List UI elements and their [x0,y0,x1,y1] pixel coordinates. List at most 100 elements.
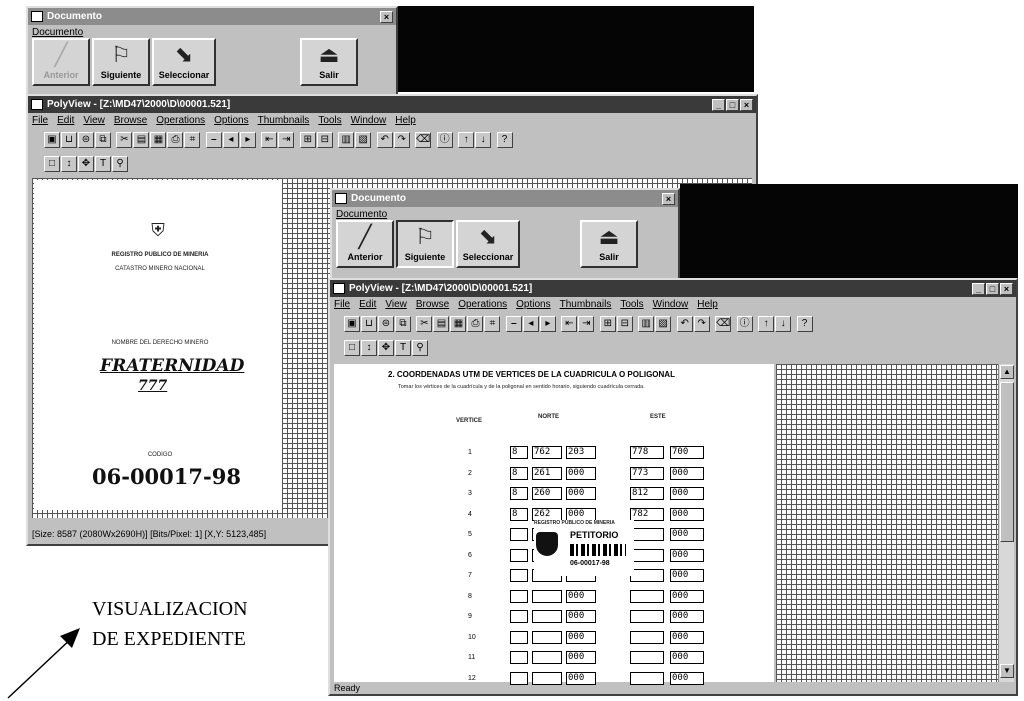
menu-help[interactable]: Help [697,299,718,310]
anterior-button[interactable]: ╱ Anterior [336,220,394,268]
save-icon[interactable]: ⊜ [78,132,94,148]
down-icon[interactable]: ↓ [475,132,492,148]
zoom-out-icon[interactable]: ⊟ [616,316,633,332]
first-icon[interactable]: ⇤ [561,316,578,332]
prev-page-icon[interactable]: ◂ [222,132,239,148]
rotate-left-icon[interactable]: ↶ [376,132,393,148]
clear-icon[interactable]: ⌫ [715,316,732,332]
info-icon[interactable]: ⓘ [736,316,753,332]
print-icon[interactable]: ▣ [344,316,360,332]
thumb1-icon[interactable]: ▥ [338,132,355,148]
maximize-icon[interactable]: □ [726,98,739,111]
menu-tools[interactable]: Tools [620,299,643,310]
up-icon[interactable]: ↑ [458,132,475,148]
printer-icon[interactable]: ⎙ [167,132,184,148]
front-polyview-titlebar[interactable]: PolyView - [Z:\MD47\2000\D\00001.521] _ … [330,280,1016,297]
paste-icon[interactable]: ▤ [433,316,450,332]
menu-browse[interactable]: Browse [416,299,449,310]
maximize-icon[interactable]: □ [986,282,999,295]
open-icon[interactable]: ⊔ [61,132,77,148]
open-icon[interactable]: ⊔ [361,316,377,332]
fit-icon[interactable]: ⌗ [484,316,501,332]
help-icon[interactable]: ? [796,316,813,332]
cursor-icon[interactable]: ↕ [61,156,77,172]
menu-help[interactable]: Help [395,115,416,126]
printer-icon[interactable]: ⎙ [467,316,484,332]
paste-icon[interactable]: ▤ [133,132,150,148]
menu-operations[interactable]: Operations [458,299,507,310]
rotate-right-icon[interactable]: ↷ [693,316,710,332]
select-rect-icon[interactable]: □ [44,156,60,172]
vertical-scrollbar[interactable]: ▲ ▼ [998,364,1014,682]
cut-icon[interactable]: ✂ [416,316,433,332]
pan-icon[interactable]: ✥ [78,156,94,172]
last-icon[interactable]: ⇥ [578,316,595,332]
menu-tools[interactable]: Tools [318,115,341,126]
menu-file[interactable]: File [32,115,48,126]
text-icon[interactable]: T [395,340,411,356]
fit-icon[interactable]: ⌗ [184,132,201,148]
pan-icon[interactable]: ✥ [378,340,394,356]
help-icon[interactable]: ? [496,132,513,148]
line-icon[interactable]: ⎯ [205,132,222,148]
menu-options[interactable]: Options [516,299,550,310]
menu-window[interactable]: Window [653,299,689,310]
anterior-button[interactable]: ╱ Anterior [32,38,90,86]
magnify-icon[interactable]: ⚲ [412,340,428,356]
menu-edit[interactable]: Edit [359,299,376,310]
seleccionar-button[interactable]: ⬊ Seleccionar [152,38,216,86]
cut-icon[interactable]: ✂ [116,132,133,148]
thumb1-icon[interactable]: ▥ [638,316,655,332]
menu-documento[interactable]: Documento [336,209,387,220]
menu-browse[interactable]: Browse [114,115,147,126]
scroll-up-icon[interactable]: ▲ [1000,365,1014,379]
zoom-in-icon[interactable]: ⊞ [299,132,316,148]
cursor-icon[interactable]: ↕ [361,340,377,356]
siguiente-button[interactable]: ⚐ Siguiente [92,38,150,86]
zoom-out-icon[interactable]: ⊟ [316,132,333,148]
back-polyview-titlebar[interactable]: PolyView - [Z:\MD47\2000\D\00001.521] _ … [28,96,756,113]
thumb2-icon[interactable]: ▧ [655,316,672,332]
salir-button[interactable]: ⏏ Salir [580,220,638,268]
next-page-icon[interactable]: ▸ [539,316,556,332]
salir-button[interactable]: ⏏ Salir [300,38,358,86]
info-icon[interactable]: ⓘ [436,132,453,148]
menu-documento[interactable]: Documento [32,27,83,38]
select-rect-icon[interactable]: □ [344,340,360,356]
scroll-thumb[interactable] [1000,382,1014,542]
line-icon[interactable]: ⎯ [505,316,522,332]
siguiente-button[interactable]: ⚐ Siguiente [396,220,454,268]
copy-icon[interactable]: ⧉ [395,316,411,332]
rotate-right-icon[interactable]: ↷ [393,132,410,148]
scan-icon[interactable]: ▦ [450,316,467,332]
menu-options[interactable]: Options [214,115,248,126]
front-documento-titlebar[interactable]: Documento × [332,190,678,207]
rotate-left-icon[interactable]: ↶ [676,316,693,332]
clear-icon[interactable]: ⌫ [415,132,432,148]
back-documento-titlebar[interactable]: Documento × [28,8,396,25]
scroll-down-icon[interactable]: ▼ [1000,664,1014,678]
magnify-icon[interactable]: ⚲ [112,156,128,172]
menu-thumbnails[interactable]: Thumbnails [560,299,612,310]
last-icon[interactable]: ⇥ [278,132,295,148]
menu-edit[interactable]: Edit [57,115,74,126]
thumb2-icon[interactable]: ▧ [355,132,372,148]
text-icon[interactable]: T [95,156,111,172]
first-icon[interactable]: ⇤ [261,132,278,148]
menu-view[interactable]: View [83,115,105,126]
down-icon[interactable]: ↓ [775,316,792,332]
menu-thumbnails[interactable]: Thumbnails [258,115,310,126]
save-icon[interactable]: ⊜ [378,316,394,332]
close-icon[interactable]: × [662,192,675,205]
close-icon[interactable]: × [1000,282,1013,295]
zoom-in-icon[interactable]: ⊞ [599,316,616,332]
menu-file[interactable]: File [334,299,350,310]
copy-icon[interactable]: ⧉ [95,132,111,148]
scan-icon[interactable]: ▦ [150,132,167,148]
seleccionar-button[interactable]: ⬊ Seleccionar [456,220,520,268]
up-icon[interactable]: ↑ [758,316,775,332]
minimize-icon[interactable]: _ [972,282,985,295]
next-page-icon[interactable]: ▸ [239,132,256,148]
close-icon[interactable]: × [740,98,753,111]
menu-view[interactable]: View [385,299,407,310]
